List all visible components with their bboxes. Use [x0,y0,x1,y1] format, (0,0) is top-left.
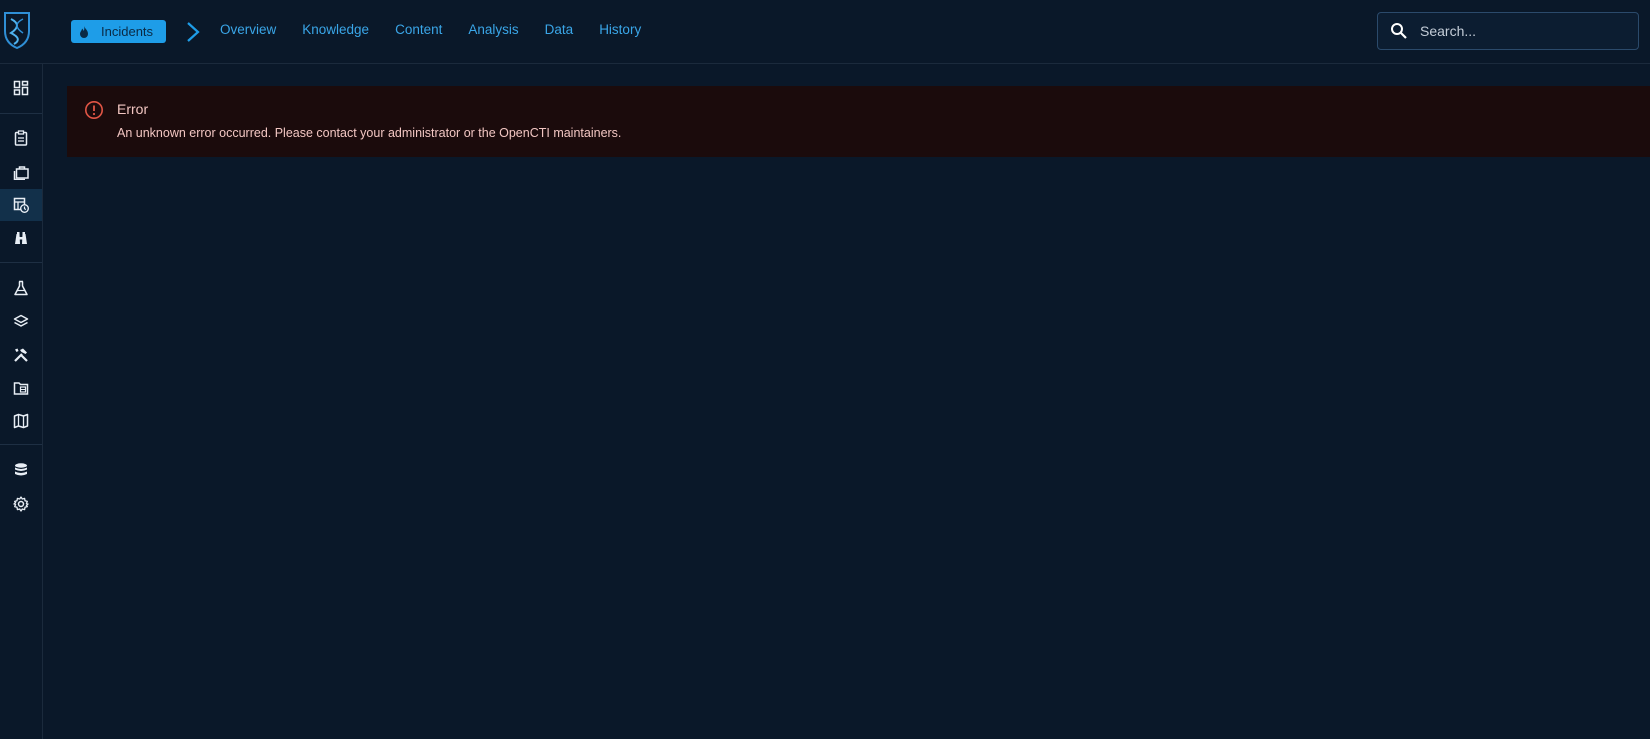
sidebar-item-cases[interactable] [0,156,42,188]
sidebar-item-analyses[interactable] [0,122,42,154]
sidebar-item-events[interactable] [0,189,42,221]
fire-icon [80,25,88,38]
sidebar-item-techniques[interactable] [0,339,42,371]
error-message: An unknown error occurred. Please contac… [117,126,622,140]
sidebar-item-dashboard[interactable] [0,72,42,104]
sidebar-divider [0,113,42,114]
tab-data[interactable]: Data [545,22,574,37]
events-icon [13,197,29,213]
tab-history[interactable]: History [599,22,641,37]
sidebar-divider [0,444,42,445]
dashboard-icon [13,80,29,96]
error-alert: Error An unknown error occurred. Please … [67,86,1650,157]
opencti-logo-icon[interactable] [2,11,32,50]
sidebar-item-data[interactable] [0,454,42,486]
entities-icon [13,382,29,395]
settings-icon [13,496,29,512]
arsenal-icon [13,314,29,327]
search-box[interactable] [1377,12,1639,50]
sidebar-item-threats[interactable] [0,272,42,304]
top-bar: Incidents Overview Knowledge Content Ana… [0,0,1650,64]
chevron-right-icon [187,22,200,42]
sidebar-item-locations[interactable] [0,405,42,437]
tab-overview[interactable]: Overview [220,22,276,37]
search-input[interactable] [1418,22,1628,40]
left-sidebar [0,64,43,739]
locations-icon [13,413,29,429]
sidebar-item-observations[interactable] [0,222,42,254]
tab-knowledge[interactable]: Knowledge [302,22,369,37]
tab-analysis[interactable]: Analysis [468,22,518,37]
sidebar-item-settings[interactable] [0,488,42,520]
techniques-icon [14,348,28,362]
cases-icon [13,166,29,180]
sidebar-item-arsenal[interactable] [0,306,42,338]
entity-tabs: Overview Knowledge Content Analysis Data… [220,22,667,37]
error-title: Error [117,101,149,117]
section-incidents-label: Incidents [101,24,154,39]
sidebar-item-entities[interactable] [0,372,42,404]
tab-content[interactable]: Content [395,22,442,37]
observations-icon [15,232,27,244]
analyses-icon [14,130,28,146]
threats-icon [14,280,28,296]
search-icon [1391,23,1407,39]
error-icon [85,101,103,119]
sidebar-divider [0,262,42,263]
data-icon [15,463,27,476]
section-incidents-badge[interactable]: Incidents [71,20,166,43]
